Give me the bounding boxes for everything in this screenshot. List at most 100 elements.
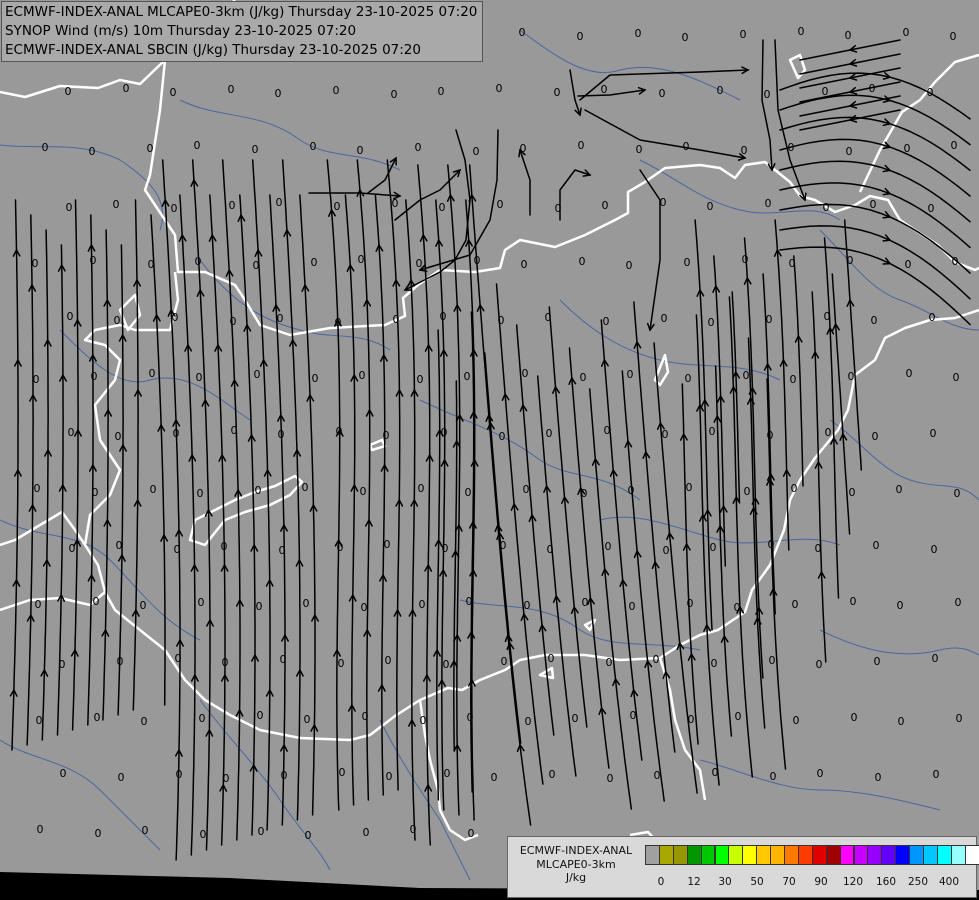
sbcin-value-label: 0 bbox=[276, 196, 283, 209]
legend-swatch bbox=[672, 845, 688, 865]
legend-swatch bbox=[964, 845, 979, 865]
legend-swatch bbox=[853, 845, 869, 865]
sbcin-value-label: 0 bbox=[196, 371, 203, 384]
sbcin-value-label: 0 bbox=[822, 85, 829, 98]
sbcin-value-label: 0 bbox=[467, 711, 474, 724]
sbcin-value-label: 0 bbox=[333, 84, 340, 97]
sbcin-value-label: 0 bbox=[172, 311, 179, 324]
legend-swatch bbox=[825, 845, 841, 865]
sbcin-value-label: 0 bbox=[37, 823, 44, 836]
sbcin-value-label: 0 bbox=[278, 428, 285, 441]
sbcin-value-label: 0 bbox=[743, 369, 750, 382]
sbcin-value-label: 0 bbox=[89, 145, 96, 158]
sbcin-value-label: 0 bbox=[823, 201, 830, 214]
legend-swatch bbox=[742, 845, 758, 865]
sbcin-value-label: 0 bbox=[607, 772, 614, 785]
sbcin-value-label: 0 bbox=[67, 310, 74, 323]
sbcin-value-label: 0 bbox=[258, 825, 265, 838]
sbcin-value-label: 0 bbox=[304, 713, 311, 726]
sbcin-value-label: 0 bbox=[521, 258, 528, 271]
sbcin-value-label: 0 bbox=[707, 200, 714, 213]
sbcin-value-label: 0 bbox=[764, 88, 771, 101]
sbcin-value-label: 0 bbox=[91, 370, 98, 383]
sbcin-value-label: 0 bbox=[635, 27, 642, 40]
sbcin-value-label: 0 bbox=[708, 316, 715, 329]
sbcin-value-label: 0 bbox=[845, 29, 852, 42]
sbcin-value-label: 0 bbox=[311, 256, 318, 269]
sbcin-value-label: 0 bbox=[254, 368, 261, 381]
sbcin-value-label: 0 bbox=[337, 541, 344, 554]
sbcin-value-label: 0 bbox=[766, 313, 773, 326]
legend-swatch bbox=[756, 845, 772, 865]
legend-tick-label: 90 bbox=[814, 876, 828, 888]
sbcin-value-label: 0 bbox=[36, 714, 43, 727]
legend-swatch bbox=[839, 845, 855, 865]
sbcin-value-label: 0 bbox=[734, 601, 741, 614]
sbcin-value-label: 0 bbox=[519, 26, 526, 39]
sbcin-value-label: 0 bbox=[229, 199, 236, 212]
legend-tick-label: 70 bbox=[782, 876, 796, 888]
sbcin-value-label: 0 bbox=[358, 253, 365, 266]
sbcin-value-label: 0 bbox=[604, 424, 611, 437]
sbcin-value-label: 0 bbox=[275, 87, 282, 100]
sbcin-value-label: 0 bbox=[929, 311, 936, 324]
sbcin-value-label: 0 bbox=[932, 652, 939, 665]
sbcin-value-label: 0 bbox=[525, 715, 532, 728]
sbcin-value-label: 0 bbox=[555, 202, 562, 215]
sbcin-value-label: 0 bbox=[118, 771, 125, 784]
sbcin-value-label: 0 bbox=[65, 85, 72, 98]
sbcin-value-label: 0 bbox=[420, 714, 427, 727]
sbcin-value-label: 0 bbox=[417, 373, 424, 386]
map-background bbox=[0, 0, 979, 900]
sbcin-value-label: 0 bbox=[384, 538, 391, 551]
sbcin-value-label: 0 bbox=[709, 425, 716, 438]
sbcin-value-label: 0 bbox=[392, 197, 399, 210]
legend-swatch bbox=[867, 845, 883, 865]
sbcin-value-label: 0 bbox=[850, 595, 857, 608]
sbcin-value-label: 0 bbox=[499, 430, 506, 443]
sbcin-value-label: 0 bbox=[222, 656, 229, 669]
sbcin-value-label: 0 bbox=[816, 658, 823, 671]
sbcin-value-label: 0 bbox=[871, 314, 878, 327]
sbcin-value-label: 0 bbox=[440, 310, 447, 323]
sbcin-value-label: 0 bbox=[94, 711, 101, 724]
sbcin-value-label: 0 bbox=[767, 429, 774, 442]
legend-swatch bbox=[658, 845, 674, 865]
sbcin-value-label: 0 bbox=[279, 544, 286, 557]
sbcin-value-label: 0 bbox=[897, 599, 904, 612]
sbcin-value-label: 0 bbox=[439, 201, 446, 214]
sbcin-value-label: 0 bbox=[874, 655, 881, 668]
legend-tick-label: 12 bbox=[687, 876, 701, 888]
sbcin-value-label: 0 bbox=[524, 599, 531, 612]
sbcin-value-label: 0 bbox=[142, 824, 149, 837]
sbcin-value-label: 0 bbox=[547, 543, 554, 556]
sbcin-value-label: 0 bbox=[174, 543, 181, 556]
sbcin-value-label: 0 bbox=[711, 657, 718, 670]
sbcin-value-label: 0 bbox=[360, 485, 367, 498]
legend-swatch bbox=[909, 845, 924, 865]
sbcin-value-label: 0 bbox=[603, 315, 610, 328]
sbcin-value-label: 0 bbox=[256, 600, 263, 613]
sbcin-value-label: 0 bbox=[522, 367, 529, 380]
sbcin-value-label: 0 bbox=[393, 313, 400, 326]
sbcin-value-label: 0 bbox=[953, 371, 960, 384]
sbcin-value-label: 0 bbox=[663, 544, 670, 557]
sbcin-value-label: 0 bbox=[765, 197, 772, 210]
sbcin-value-label: 0 bbox=[32, 257, 39, 270]
legend-tick-label: 0 bbox=[657, 876, 665, 888]
sbcin-value-label: 0 bbox=[905, 258, 912, 271]
sbcin-value-label: 0 bbox=[176, 768, 183, 781]
legend-swatch bbox=[714, 845, 730, 865]
sbcin-value-label: 0 bbox=[230, 315, 237, 328]
sbcin-value-label: 0 bbox=[798, 25, 805, 38]
sbcin-value-label: 0 bbox=[683, 140, 690, 153]
sbcin-value-label: 0 bbox=[791, 482, 798, 495]
sbcin-value-label: 0 bbox=[199, 712, 206, 725]
sbcin-value-label: 0 bbox=[468, 827, 475, 840]
sbcin-value-label: 0 bbox=[654, 769, 661, 782]
sbcin-value-label: 0 bbox=[847, 254, 854, 267]
sbcin-value-label: 0 bbox=[628, 484, 635, 497]
sbcin-value-label: 0 bbox=[825, 426, 832, 439]
sbcin-value-label: 0 bbox=[873, 539, 880, 552]
sbcin-value-label: 0 bbox=[577, 30, 584, 43]
